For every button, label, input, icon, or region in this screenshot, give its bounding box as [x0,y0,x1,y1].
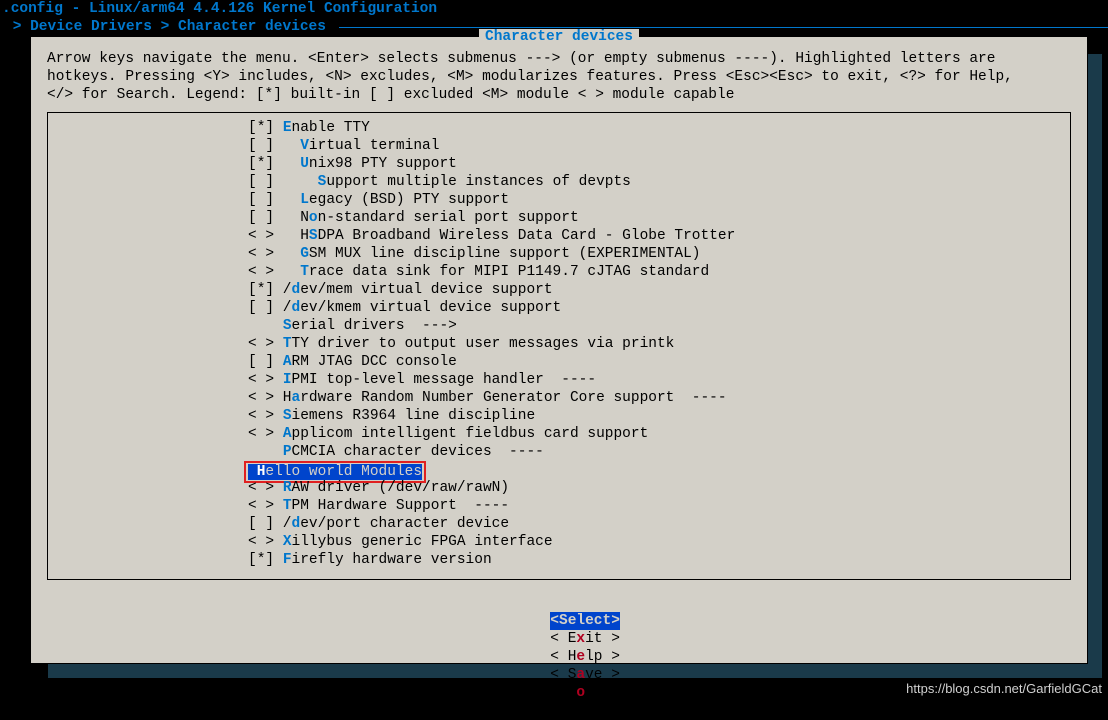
menu-item[interactable]: < > RAW driver (/dev/raw/rawN) [48,479,1070,497]
help-line: Arrow keys navigate the menu. <Enter> se… [47,50,1071,68]
menu-item[interactable]: [ ] Non-standard serial port support [48,209,1070,227]
menu-item[interactable]: [*] Unix98 PTY support [48,155,1070,173]
menu-item[interactable]: < > TPM Hardware Support ---- [48,497,1070,515]
help-line: hotkeys. Pressing <Y> includes, <N> excl… [47,68,1071,86]
exit-button[interactable]: < Exit > [550,630,620,648]
menu-item[interactable]: < > Hardware Random Number Generator Cor… [48,389,1070,407]
menu-item[interactable]: [*] Firefly hardware version [48,551,1070,569]
button-bar: <Select> < Exit > < Help > < Save > < Lo… [31,580,1087,720]
select-button[interactable]: <Select> [550,612,620,630]
menu-item[interactable]: Serial drivers ---> [48,317,1070,335]
menu-item[interactable]: [ ] Virtual terminal [48,137,1070,155]
menu-item[interactable]: [ ] Legacy (BSD) PTY support [48,191,1070,209]
menu-item[interactable]: [ ] /dev/port character device [48,515,1070,533]
menu-item[interactable]: < > Xillybus generic FPGA interface [48,533,1070,551]
menu-item[interactable]: Hello world Modules [48,461,1070,479]
panel-title: Character devices [31,28,1087,46]
menu-item[interactable]: [*] /dev/mem virtual device support [48,281,1070,299]
menu-item[interactable]: < > TTY driver to output user messages v… [48,335,1070,353]
menu-item[interactable]: < > HSDPA Broadband Wireless Data Card -… [48,227,1070,245]
menu-item[interactable]: PCMCIA character devices ---- [48,443,1070,461]
load-button[interactable]: < Load > [550,684,620,702]
watermark: https://blog.csdn.net/GarfieldGCat [906,680,1102,698]
menu-item[interactable]: < > Applicom intelligent fieldbus card s… [48,425,1070,443]
help-text: Arrow keys navigate the menu. <Enter> se… [31,46,1087,112]
menu-item[interactable]: < > Siemens R3964 line discipline [48,407,1070,425]
menu-list[interactable]: [*] Enable TTY[ ] Virtual terminal[*] Un… [47,112,1071,580]
save-button[interactable]: < Save > [550,666,620,684]
menu-item[interactable]: [ ] ARM JTAG DCC console [48,353,1070,371]
window-title: .config - Linux/arm64 4.4.126 Kernel Con… [0,0,1108,18]
main-panel: Character devices Arrow keys navigate th… [30,36,1088,664]
menu-item[interactable]: [ ] /dev/kmem virtual device support [48,299,1070,317]
help-button[interactable]: < Help > [550,648,620,666]
menu-item[interactable]: < > GSM MUX line discipline support (EXP… [48,245,1070,263]
menu-item[interactable]: < > Trace data sink for MIPI P1149.7 cJT… [48,263,1070,281]
menu-item[interactable]: [ ] Support multiple instances of devpts [48,173,1070,191]
menu-item[interactable]: [*] Enable TTY [48,119,1070,137]
menu-item[interactable]: < > IPMI top-level message handler ---- [48,371,1070,389]
terminal: .config - Linux/arm64 4.4.126 Kernel Con… [0,0,1108,700]
panel-shadow-right [1088,54,1102,674]
help-line: </> for Search. Legend: [*] built-in [ ]… [47,86,1071,104]
